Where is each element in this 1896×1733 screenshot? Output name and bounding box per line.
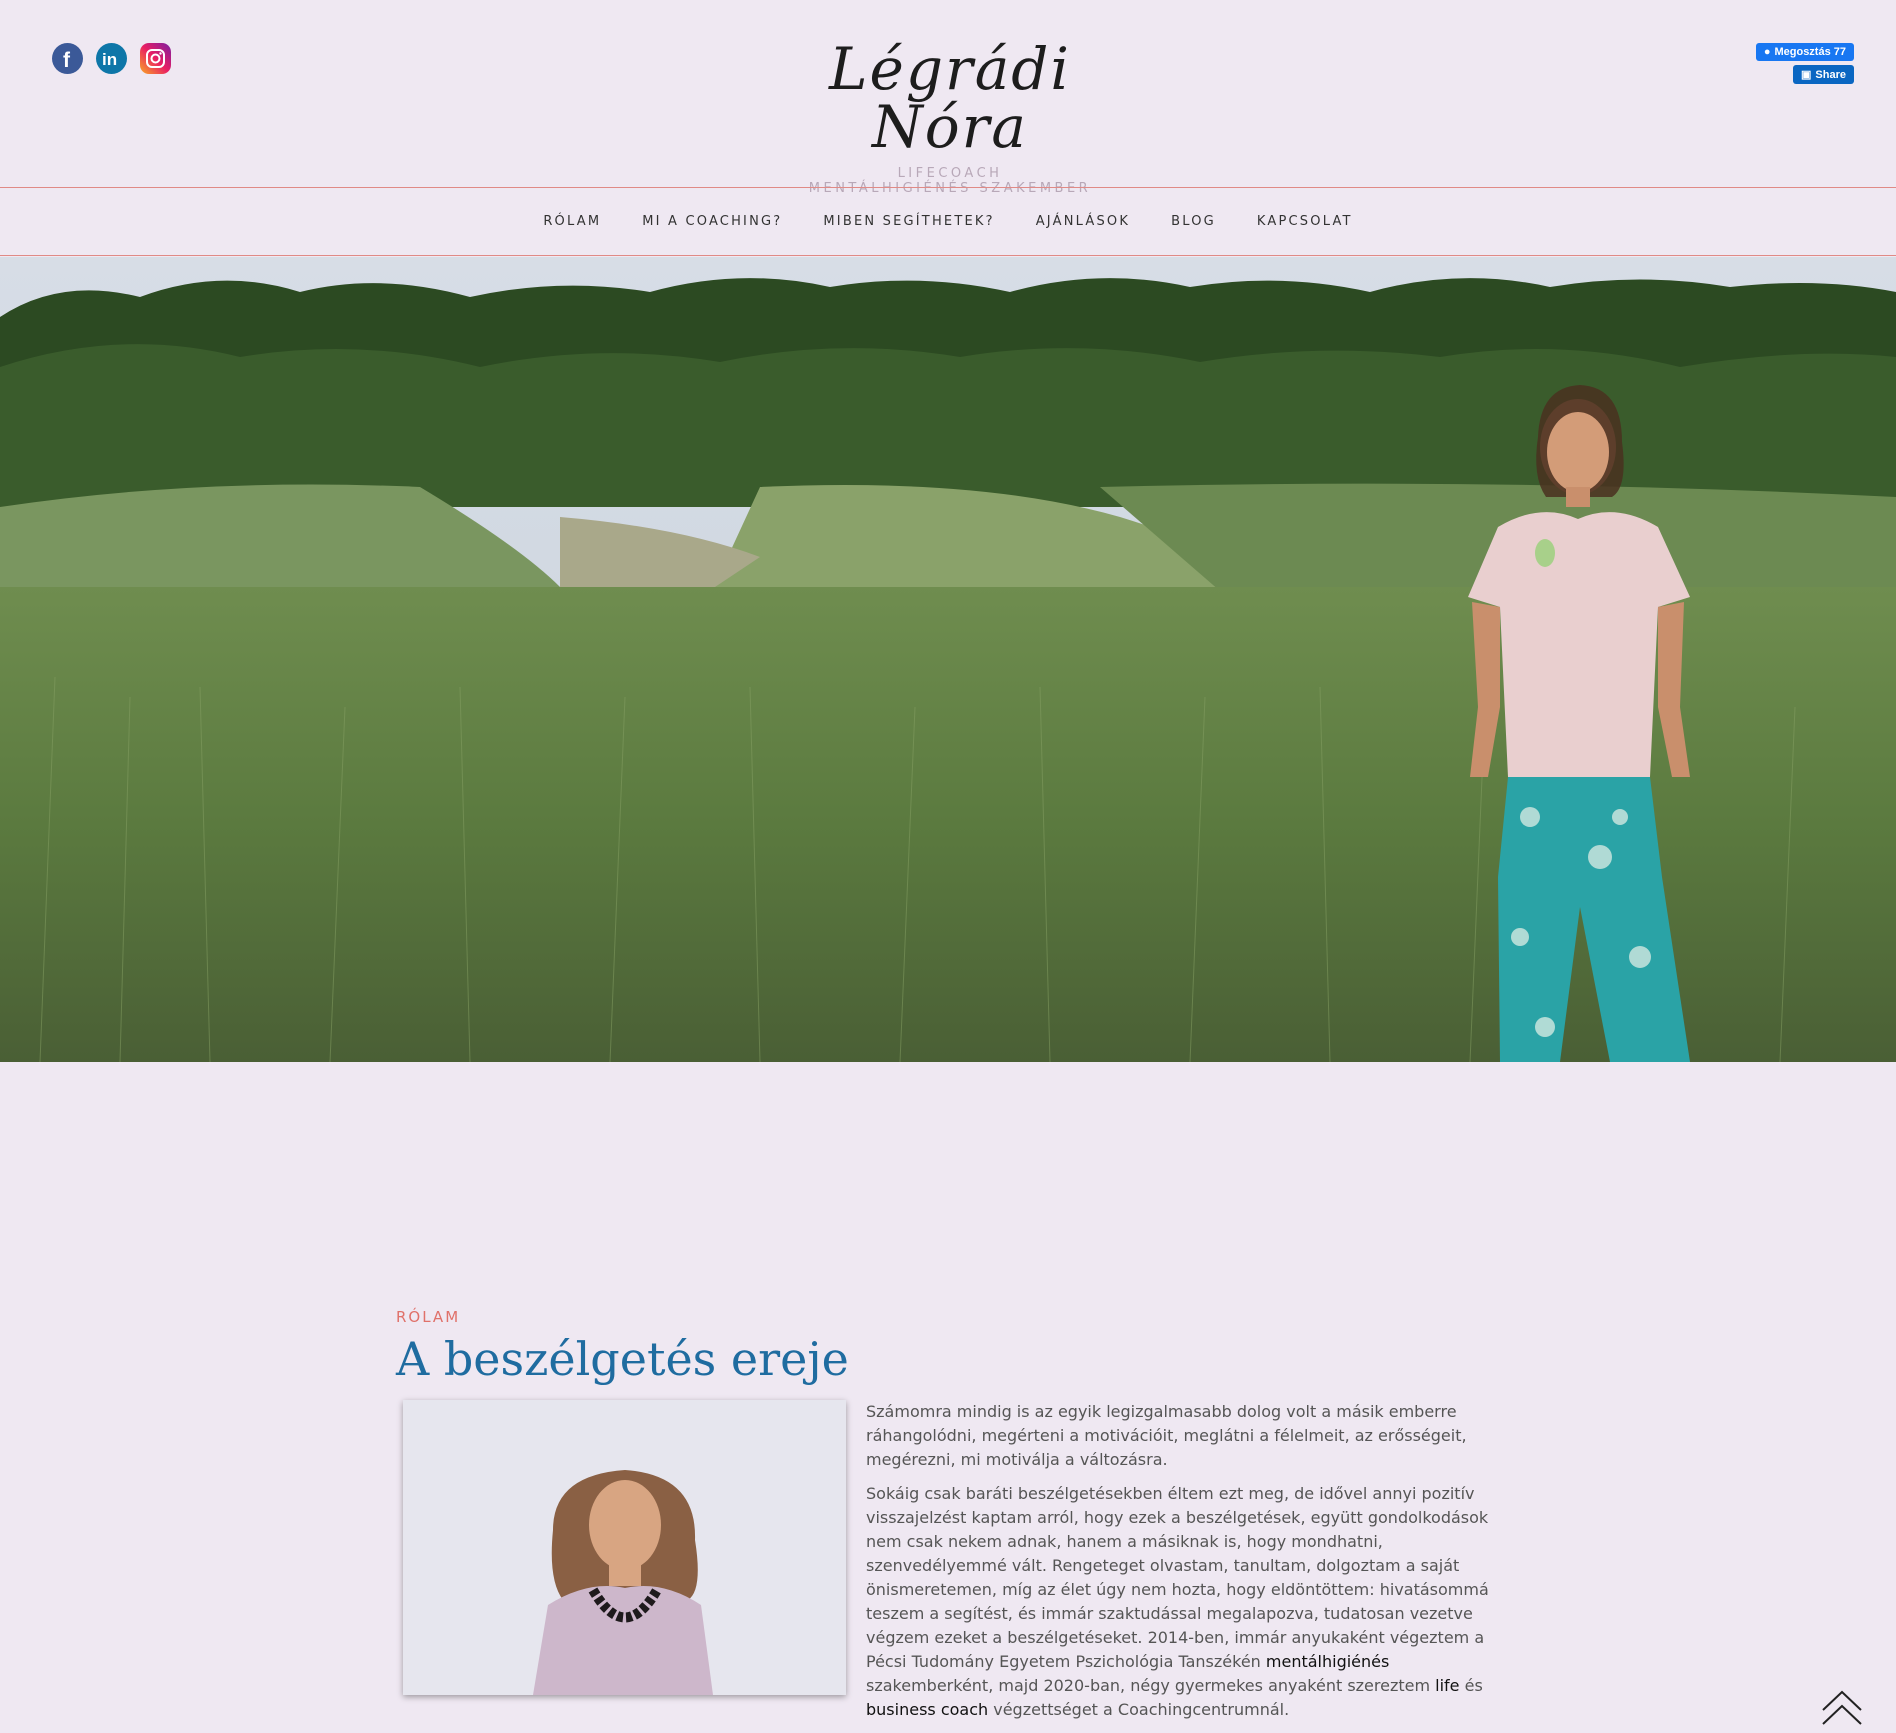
- highlight-business-coach: business coach: [866, 1700, 989, 1719]
- logo-script: Légrádi Nóra: [829, 35, 1071, 161]
- logo-tagline-lifecoach: LIFECOACH: [897, 166, 1003, 181]
- about-content: Számomra mindig is az egyik legizgalmasa…: [396, 1400, 1496, 1732]
- about-p2-e: és: [1459, 1676, 1483, 1695]
- section-kicker: RÓLAM: [396, 1308, 461, 1326]
- facebook-small-icon: ●: [1763, 46, 1771, 58]
- facebook-icon[interactable]: f: [52, 43, 83, 74]
- chevron-up-icon: [1822, 1690, 1862, 1725]
- share-buttons: ● Megosztás 77 ▣ Share: [1755, 43, 1854, 84]
- about-paragraph-1: Számomra mindig is az egyik legizgalmasa…: [866, 1402, 1467, 1469]
- main-nav: RÓLAM MI A COACHING? MIBEN SEGÍTHETEK? A…: [0, 187, 1896, 256]
- facebook-share-button[interactable]: ● Megosztás 77: [1755, 43, 1854, 61]
- about-p2-c: szakemberként, majd 2020-ban, négy gyerm…: [866, 1676, 1436, 1695]
- nav-item-kapcsolat[interactable]: KAPCSOLAT: [1257, 214, 1353, 229]
- portrait-photo: [403, 1400, 846, 1695]
- facebook-share-label: Megosztás 77: [1774, 46, 1846, 58]
- site-logo[interactable]: Légrádi Nóra LIFECOACH MENTÁLHIGIÉNÉS SZ…: [760, 40, 1140, 196]
- linkedin-icon[interactable]: in: [96, 43, 127, 74]
- hero-image: [0, 257, 1896, 1062]
- linkedin-share-button[interactable]: ▣ Share: [1793, 65, 1854, 84]
- nav-item-segithetek[interactable]: MIBEN SEGÍTHETEK?: [823, 214, 994, 229]
- about-p2-a: Sokáig csak baráti beszélgetésekben élte…: [866, 1484, 1489, 1671]
- instagram-icon[interactable]: [140, 43, 171, 74]
- nav-item-ajanlasok[interactable]: AJÁNLÁSOK: [1036, 214, 1130, 229]
- nav-item-rolam[interactable]: RÓLAM: [543, 214, 601, 229]
- highlight-life: life: [1435, 1676, 1460, 1695]
- nav-item-blog[interactable]: BLOG: [1171, 214, 1216, 229]
- scroll-to-top-button[interactable]: [1819, 1688, 1865, 1728]
- about-paragraph-2: Sokáig csak baráti beszélgetésekben élte…: [866, 1482, 1496, 1722]
- nav-item-coaching[interactable]: MI A COACHING?: [642, 214, 782, 229]
- svg-text:in: in: [102, 50, 117, 69]
- about-p2-g: végzettséget a Coachingcentrumnál.: [988, 1700, 1290, 1719]
- linkedin-share-label: Share: [1815, 68, 1846, 81]
- social-links: f in: [52, 43, 171, 74]
- section-title: A beszélgetés ereje: [396, 1332, 849, 1386]
- linkedin-small-icon: ▣: [1801, 69, 1812, 81]
- about-section: RÓLAM A beszélgetés ereje Számomra mindi…: [396, 1308, 1496, 1732]
- highlight-mentalhigienes: mentálhigiénés: [1265, 1652, 1390, 1671]
- about-text: Számomra mindig is az egyik legizgalmasa…: [866, 1400, 1496, 1732]
- svg-text:f: f: [63, 49, 71, 72]
- site-header: f in Légrádi Nóra LIFECOACH MENTÁLHIGIÉN…: [0, 0, 1896, 196]
